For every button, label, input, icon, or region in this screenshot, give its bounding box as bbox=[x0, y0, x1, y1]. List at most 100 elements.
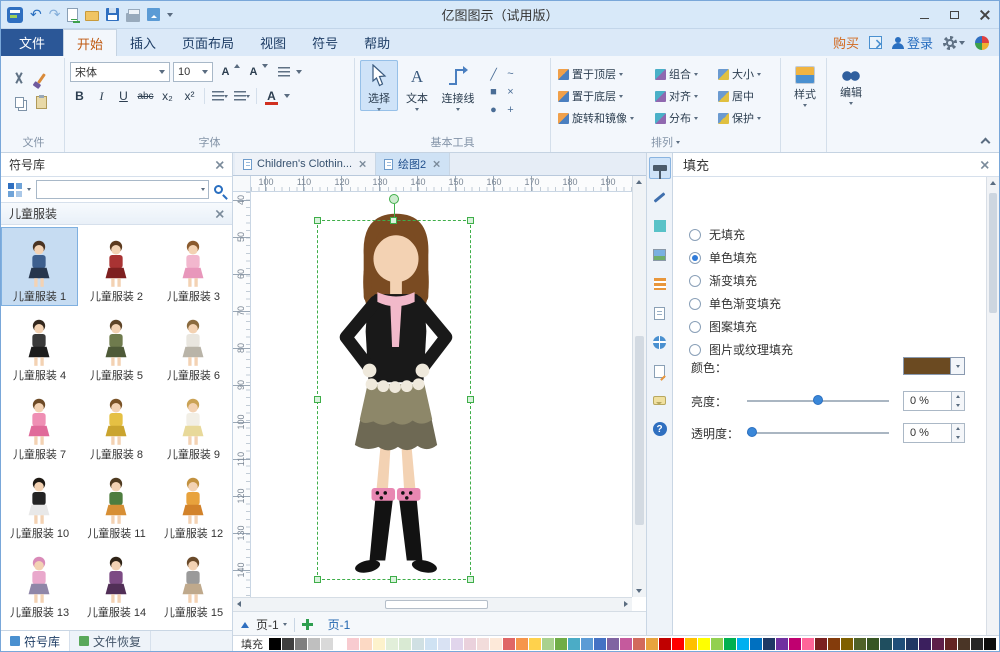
fill-panel-scrollbar[interactable] bbox=[986, 177, 999, 635]
hyperlink-panel-button[interactable] bbox=[649, 331, 671, 353]
font-color-button[interactable]: A bbox=[262, 86, 281, 106]
cut-icon[interactable] bbox=[12, 71, 26, 85]
arrange-button[interactable]: 置于底层 bbox=[556, 88, 653, 104]
collapse-ribbon-icon[interactable] bbox=[980, 137, 991, 148]
color-picker-button[interactable] bbox=[903, 357, 965, 375]
palette-color[interactable] bbox=[802, 637, 814, 650]
redo-icon[interactable] bbox=[49, 7, 61, 22]
palette-color[interactable] bbox=[542, 637, 554, 650]
arrange-button[interactable]: 组合 bbox=[653, 66, 716, 82]
palette-color[interactable] bbox=[555, 637, 567, 650]
palette-color[interactable] bbox=[568, 637, 580, 650]
arc-tool-icon[interactable]: ~ bbox=[502, 65, 519, 83]
brightness-value[interactable]: 0 % bbox=[903, 391, 965, 411]
palette-color[interactable] bbox=[360, 637, 372, 650]
scroll-right-icon[interactable] bbox=[624, 601, 628, 607]
palette-color[interactable] bbox=[945, 637, 957, 650]
open-icon[interactable] bbox=[85, 11, 100, 21]
fill-option[interactable]: 渐变填充 bbox=[689, 269, 999, 292]
bullet-list-button[interactable] bbox=[232, 86, 251, 106]
fill-panel-close-icon[interactable] bbox=[980, 161, 988, 169]
note-panel-button[interactable] bbox=[649, 360, 671, 382]
align-button[interactable] bbox=[274, 62, 293, 82]
share-icon[interactable] bbox=[868, 36, 882, 49]
palette-color[interactable] bbox=[932, 637, 944, 650]
shadow-panel-button[interactable] bbox=[649, 215, 671, 237]
arrange-button[interactable]: 保护 bbox=[716, 110, 774, 126]
symbol-item[interactable]: 儿童服装 5 bbox=[78, 306, 155, 385]
scroll-up-icon[interactable] bbox=[636, 180, 642, 184]
palette-color[interactable] bbox=[646, 637, 658, 650]
page-setup-panel-button[interactable] bbox=[649, 302, 671, 324]
palette-color[interactable] bbox=[594, 637, 606, 650]
palette-color[interactable] bbox=[971, 637, 983, 650]
arrange-button[interactable]: 对齐 bbox=[653, 88, 716, 104]
symbol-item[interactable]: 儿童服装 4 bbox=[1, 306, 78, 385]
transparency-spinner[interactable] bbox=[951, 424, 964, 442]
horizontal-scrollbar[interactable] bbox=[233, 597, 632, 611]
connector-tool-button[interactable]: 连接线 bbox=[436, 60, 480, 111]
palette-color[interactable] bbox=[321, 637, 333, 650]
palette-color[interactable] bbox=[659, 637, 671, 650]
search-input[interactable] bbox=[36, 180, 209, 199]
palette-color[interactable] bbox=[789, 637, 801, 650]
strikethrough-button[interactable]: abc bbox=[136, 86, 155, 106]
resize-handle-ne[interactable] bbox=[467, 217, 474, 224]
symbol-item[interactable]: 儿童服装 3 bbox=[155, 227, 232, 306]
shrink-font-button[interactable]: A bbox=[244, 62, 268, 82]
edit-button[interactable]: 编辑 bbox=[832, 62, 870, 105]
pen-tool-icon[interactable]: × bbox=[502, 83, 519, 101]
font-size-select[interactable]: 10 bbox=[173, 62, 213, 82]
palette-color[interactable] bbox=[724, 637, 736, 650]
library-grid-icon[interactable] bbox=[8, 182, 14, 189]
left-panel-tab[interactable]: 符号库 bbox=[1, 631, 71, 651]
paste-icon[interactable] bbox=[35, 94, 47, 109]
left-panel-tab[interactable]: 文件恢复 bbox=[70, 631, 152, 651]
italic-button[interactable]: I bbox=[92, 86, 111, 106]
symbol-item[interactable]: 儿童服装 9 bbox=[155, 385, 232, 464]
panel-scroll-thumb[interactable] bbox=[989, 193, 997, 313]
resize-handle-nw[interactable] bbox=[314, 217, 321, 224]
transparency-value[interactable]: 0 % bbox=[903, 423, 965, 443]
arrange-button[interactable]: 分布 bbox=[653, 110, 716, 126]
palette-color[interactable] bbox=[737, 637, 749, 650]
palette-color[interactable] bbox=[958, 637, 970, 650]
scroll-down-icon[interactable] bbox=[636, 589, 642, 593]
tab-close-icon[interactable] bbox=[359, 161, 366, 168]
ribbon-tab[interactable]: 帮助 bbox=[351, 29, 403, 56]
underline-button[interactable]: U bbox=[114, 86, 133, 106]
page-list-icon[interactable] bbox=[241, 621, 249, 628]
palette-color[interactable] bbox=[503, 637, 515, 650]
layer-panel-button[interactable] bbox=[649, 273, 671, 295]
palette-color[interactable] bbox=[334, 637, 346, 650]
app-menu-icon[interactable] bbox=[7, 6, 23, 23]
palette-color[interactable] bbox=[893, 637, 905, 650]
palette-color[interactable] bbox=[464, 637, 476, 650]
style-button[interactable]: 样式 bbox=[786, 62, 824, 107]
symbol-item[interactable]: 儿童服装 2 bbox=[78, 227, 155, 306]
arrange-button[interactable]: 置于顶层 bbox=[556, 66, 653, 82]
palette-color[interactable] bbox=[347, 637, 359, 650]
palette-color[interactable] bbox=[412, 637, 424, 650]
arrange-button[interactable]: 居中 bbox=[716, 88, 774, 104]
add-page-icon[interactable] bbox=[301, 619, 313, 630]
print-icon[interactable] bbox=[126, 8, 141, 22]
palette-color[interactable] bbox=[984, 637, 996, 650]
symbol-item[interactable]: 儿童服装 15 bbox=[155, 543, 232, 622]
symbol-item[interactable]: 儿童服装 7 bbox=[1, 385, 78, 464]
text-tool-button[interactable]: A 文本 bbox=[398, 60, 436, 111]
search-icon[interactable] bbox=[214, 185, 223, 194]
palette-color[interactable] bbox=[438, 637, 450, 650]
select-tool-button[interactable]: 选择 bbox=[360, 60, 398, 111]
palette-color[interactable] bbox=[919, 637, 931, 650]
arrange-button[interactable]: 旋转和镜像 bbox=[556, 110, 653, 126]
palette-color[interactable] bbox=[750, 637, 762, 650]
new-document-icon[interactable] bbox=[67, 7, 81, 23]
palette-color[interactable] bbox=[399, 637, 411, 650]
palette-color[interactable] bbox=[854, 637, 866, 650]
drawing-canvas[interactable] bbox=[251, 192, 632, 597]
document-tab[interactable]: 绘图2 bbox=[376, 153, 451, 175]
palette-color[interactable] bbox=[672, 637, 684, 650]
line-spacing-button[interactable] bbox=[210, 86, 229, 106]
palette-color[interactable] bbox=[386, 637, 398, 650]
